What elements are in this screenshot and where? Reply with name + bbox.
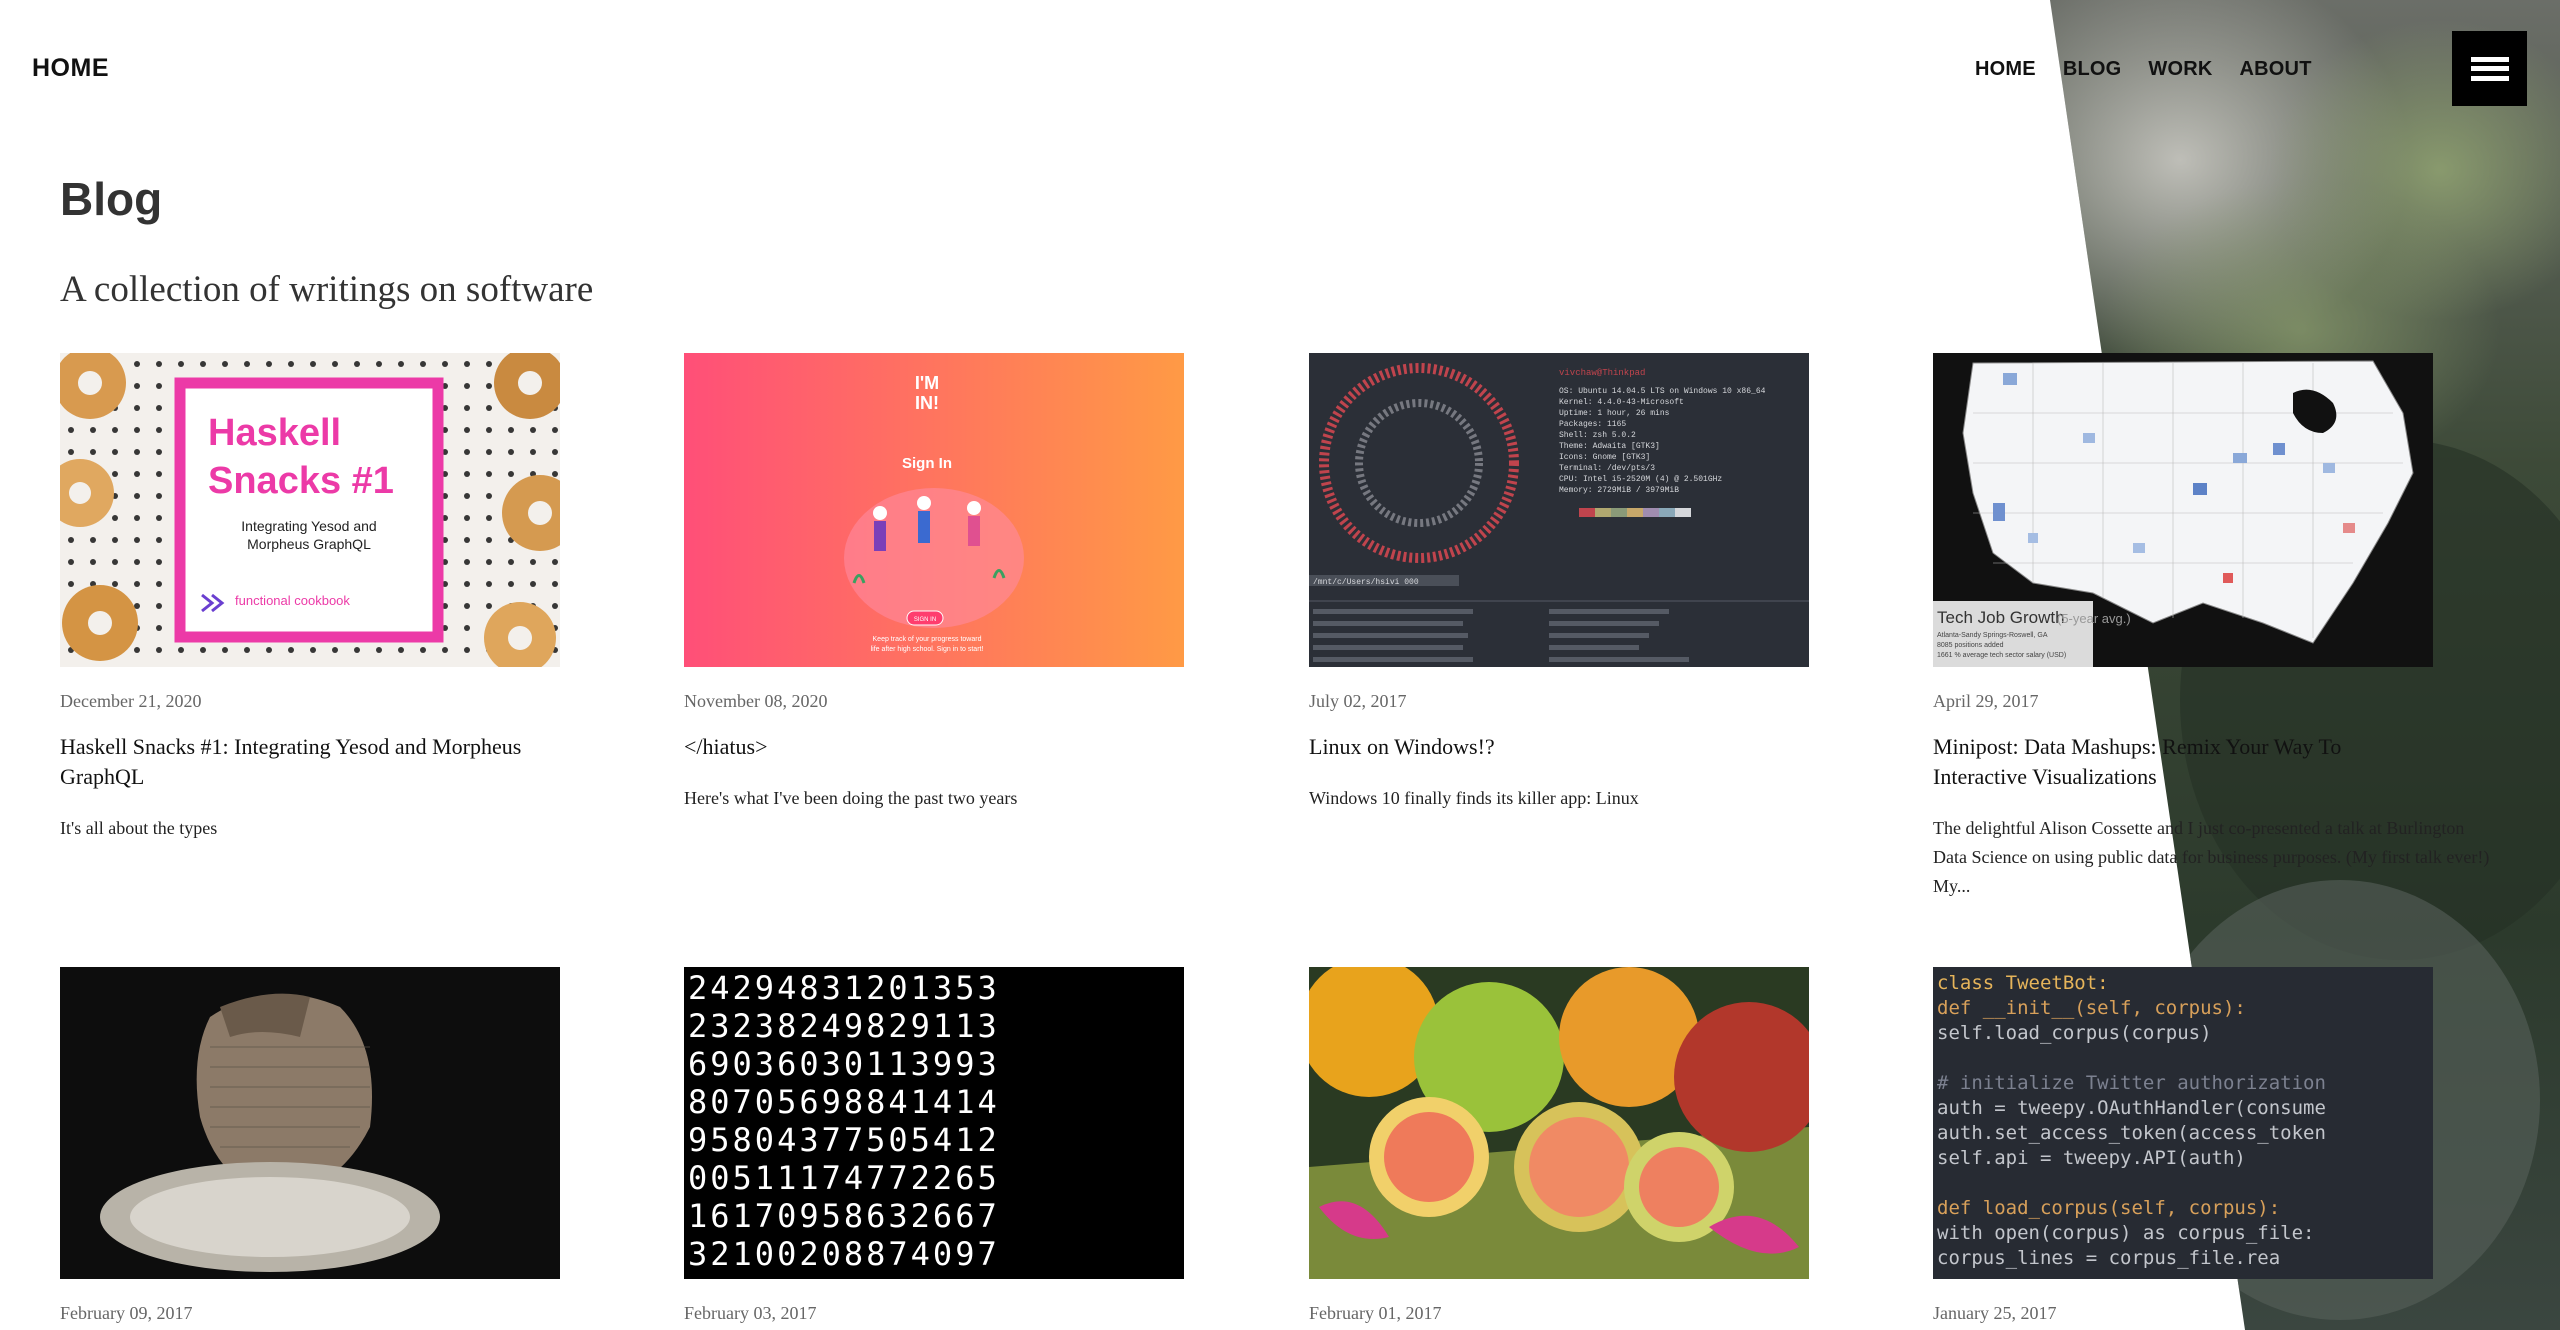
thumb-text: life after high school. Sign in to start…: [871, 646, 984, 653]
code-line: corpus_lines = corpus_file.rea: [1937, 1247, 2280, 1269]
post-date: July 02, 2017: [1309, 691, 1407, 711]
terminal-color-swatches: [1579, 508, 1691, 517]
terminal-line: Shell: zsh 5.0.2: [1559, 431, 1636, 440]
post-excerpt: Windows 10 finally finds its killer app:…: [1309, 788, 1639, 808]
map-legend-line: 1661 % average tech sector salary (USD): [1937, 652, 2066, 659]
post-date: November 08, 2020: [684, 691, 828, 711]
post-thumbnail[interactable]: Tech Job Growth (5-year avg.) Atlanta-Sa…: [1933, 353, 2433, 667]
terminal-line: Kernel: 4.4.0-43-Microsoft: [1559, 398, 1684, 407]
terminal-line: Theme: Adwaita [GTK3]: [1559, 442, 1660, 451]
terminal-line: Uptime: 1 hour, 26 mins: [1559, 409, 1670, 418]
post-title-link[interactable]: Haskell Snacks #1: Integrating Yesod and…: [60, 732, 560, 792]
post-thumbnail[interactable]: Haskell Snacks #1 Integrating Yesod and …: [60, 353, 560, 667]
terminal-line: OS: Ubuntu 14.04.5 LTS on Windows 10 x86…: [1559, 387, 1766, 396]
post-title-link[interactable]: Linux on Windows!?: [1309, 732, 1809, 762]
post-title-link[interactable]: </hiatus>: [684, 732, 1184, 762]
main-nav: HOME BLOG WORK ABOUT: [1975, 58, 2339, 81]
thumb-text: Haskell: [208, 412, 341, 454]
code-line: def load_corpus(self, corpus):: [1937, 1197, 2280, 1219]
terminal-line: Terminal: /dev/pts/3: [1559, 464, 1655, 473]
hamburger-menu-icon: [2470, 56, 2509, 81]
post-card: Tech Job Growth (5-year avg.) Atlanta-Sa…: [1933, 353, 2489, 901]
post-card: class TweetBot: def __init__(self, corpu…: [1933, 967, 2433, 1324]
digits-row: 23238249829113: [688, 1007, 1000, 1045]
thumb-text: Keep track of your progress toward: [873, 636, 982, 643]
digits-row: 95804377505412: [688, 1121, 1000, 1159]
terminal-line: vivchaw@Thinkpad: [1559, 368, 1645, 378]
nav-about[interactable]: ABOUT: [2240, 58, 2312, 81]
post-thumbnail[interactable]: vivchaw@Thinkpad OS: Ubuntu 14.04.5 LTS …: [1309, 353, 1809, 667]
code-line: auth = tweepy.OAuthHandler(consume: [1937, 1097, 2326, 1119]
thumb-text: IN!: [915, 393, 939, 413]
code-line: with open(corpus) as corpus_file:: [1937, 1222, 2315, 1244]
map-legend-line: 8085 positions added: [1937, 642, 2004, 649]
hamburger-menu-button[interactable]: [2452, 31, 2527, 106]
map-caption: Tech Job Growth: [1937, 608, 2065, 627]
post-excerpt: It's all about the types: [60, 818, 218, 838]
terminal-line: Memory: 2729MiB / 3979MiB: [1559, 486, 1679, 495]
post-card: 24294831201353 23238249829113 6903603011…: [684, 967, 1184, 1324]
thumb-text: SIGN IN: [914, 617, 936, 623]
map-legend-line: Atlanta-Sandy Springs-Roswell, GA: [1937, 632, 2048, 639]
post-grid: Haskell Snacks #1 Integrating Yesod and …: [0, 0, 2560, 1330]
map-caption-note: (5-year avg.): [2057, 611, 2131, 626]
post-card: I'M IN! Sign In SIGN IN Keep track of yo…: [684, 353, 1184, 813]
post-thumbnail[interactable]: [60, 967, 560, 1279]
digits-row: 00511174772265: [688, 1159, 1000, 1197]
code-line: self.api = tweepy.API(auth): [1937, 1147, 2246, 1169]
code-line: # initialize Twitter authorization: [1937, 1072, 2326, 1094]
code-line: class TweetBot:: [1937, 972, 2109, 994]
nav-blog[interactable]: BLOG: [2063, 58, 2122, 81]
post-date: April 29, 2017: [1933, 691, 2039, 711]
post-excerpt: The delightful Alison Cossette and I jus…: [1933, 818, 2490, 896]
digits-row: 24294831201353: [688, 969, 1000, 1007]
thumb-text: Snacks #1: [208, 460, 394, 502]
code-line: def __init__(self, corpus):: [1937, 997, 2246, 1019]
digits-row: 69036030113993: [688, 1045, 1000, 1083]
thumb-text: I'M: [915, 373, 939, 393]
nav-home[interactable]: HOME: [1975, 58, 2036, 81]
post-title-link[interactable]: Minipost: Data Mashups: Remix Your Way T…: [1933, 732, 2433, 792]
digits-row: 80705698841414: [688, 1083, 1000, 1121]
thumb-text: Sign In: [902, 455, 952, 472]
post-card: vivchaw@Thinkpad OS: Ubuntu 14.04.5 LTS …: [1309, 353, 1809, 813]
thumb-text: Integrating Yesod and: [241, 518, 376, 534]
post-excerpt: Here's what I've been doing the past two…: [684, 788, 1018, 808]
thumb-text: Morpheus GraphQL: [247, 536, 371, 552]
post-thumbnail[interactable]: [1309, 967, 1809, 1279]
terminal-line: /mnt/c/Users/hsivi 000: [1313, 578, 1419, 587]
thumb-text: functional cookbook: [235, 593, 350, 608]
code-line: self.load_corpus(corpus): [1937, 1022, 2212, 1044]
post-thumbnail[interactable]: I'M IN! Sign In SIGN IN Keep track of yo…: [684, 353, 1184, 667]
post-card: February 09, 2017: [60, 967, 560, 1324]
terminal-line: Packages: 1165: [1559, 420, 1626, 429]
terminal-line: CPU: Intel i5-2520M (4) @ 2.501GHz: [1559, 475, 1722, 484]
nav-work[interactable]: WORK: [2148, 58, 2212, 81]
digits-row: 32100208874097: [688, 1235, 1000, 1273]
post-card: Haskell Snacks #1 Integrating Yesod and …: [60, 353, 560, 843]
code-line: auth.set_access_token(access_token: [1937, 1122, 2326, 1144]
digits-row: 16170958632667: [688, 1197, 1000, 1235]
post-card: February 01, 2017: [1309, 967, 1809, 1324]
post-date: December 21, 2020: [60, 691, 202, 711]
terminal-line: Icons: Gnome [GTK3]: [1559, 453, 1650, 462]
home-brand-link[interactable]: HOME: [32, 54, 109, 83]
post-date: February 01, 2017: [1309, 1303, 1442, 1323]
post-date: February 09, 2017: [60, 1303, 193, 1323]
post-thumbnail[interactable]: class TweetBot: def __init__(self, corpu…: [1933, 967, 2433, 1279]
post-date: February 03, 2017: [684, 1303, 817, 1323]
post-date: January 25, 2017: [1933, 1303, 2057, 1323]
post-thumbnail[interactable]: 24294831201353 23238249829113 6903603011…: [684, 967, 1184, 1279]
